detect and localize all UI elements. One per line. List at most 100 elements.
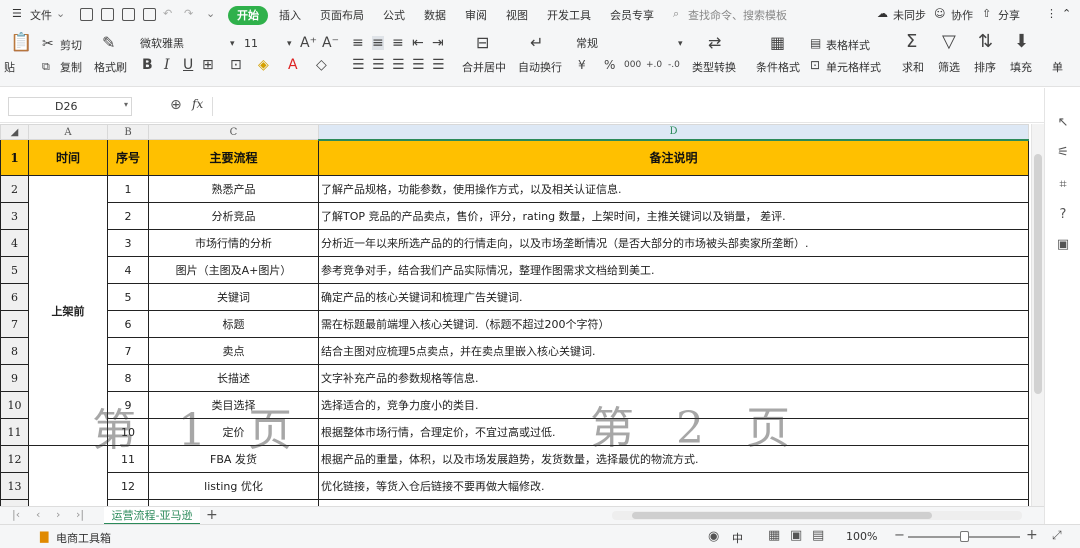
print-icon[interactable] [122,8,135,21]
row-header[interactable]: 6 [0,283,29,311]
input-lang-indicator[interactable]: 中 [732,530,743,546]
name-box[interactable]: D26 [8,97,132,116]
fill-icon[interactable]: ⬇ [1014,33,1029,51]
command-search-input[interactable]: 查找命令、搜索模板 [688,7,787,23]
header-time[interactable]: 时间 [28,139,108,176]
process-cell[interactable]: 图片（主图及A+图片） [148,256,319,284]
process-cell[interactable]: 关键词 [148,283,319,311]
normal-view-icon[interactable]: ▦ [768,528,780,543]
chevron-down-icon[interactable]: ▾ [230,37,235,51]
note-cell[interactable]: 参考竞争对手，结合我们产品实际情况，整理作图需求文档给到美工. [318,256,1029,284]
chevron-down-icon[interactable]: ▾ [124,100,128,109]
select-all-corner[interactable]: ◢ [0,124,29,140]
hamburger-icon[interactable]: ☰ [12,7,22,20]
indent-increase-icon[interactable]: ⇥ [432,36,444,50]
row-header[interactable]: 11 [0,418,29,446]
table-style-button[interactable]: 表格样式 [826,37,870,53]
toolbox-button[interactable]: 电商工具箱 [56,530,111,546]
horizontal-scrollbar[interactable] [612,511,1022,520]
cut-button[interactable]: 剪切 [60,37,82,53]
row-header[interactable]: 12 [0,445,29,473]
wrap-icon[interactable]: ↵ [530,35,543,51]
distributed-icon[interactable]: ☰ [432,58,445,72]
tab-start[interactable]: 开始 [228,6,268,25]
sheet-tab-active[interactable]: 运营流程-亚马逊 [104,507,200,525]
italic-icon[interactable]: I [164,58,170,72]
row-header[interactable]: 5 [0,256,29,284]
fx-icon[interactable]: fx [192,97,203,111]
formula-input[interactable] [212,97,1040,116]
copy-button[interactable]: 复制 [60,59,82,75]
vertical-scrollbar[interactable] [1031,124,1044,506]
type-convert-button[interactable]: 类型转换 [692,59,736,75]
sort-icon[interactable]: ⇅ [978,33,993,51]
next-sheet-icon[interactable]: › [56,508,60,521]
row-header[interactable]: 2 [0,175,29,203]
undo-icon[interactable]: ↶ [163,7,172,20]
decrease-decimal-icon[interactable]: -.0 [668,58,680,72]
seq-cell[interactable]: 4 [107,256,149,284]
help-icon[interactable]: ? [1056,208,1070,222]
zoom-out-icon[interactable]: − [894,528,905,543]
page-layout-view-icon[interactable]: ▣ [790,528,802,543]
fullscreen-icon[interactable]: ⤢ [1052,528,1062,543]
search-icon[interactable]: ⌕ [673,7,679,21]
file-menu[interactable]: 文件 [30,7,52,23]
merge-icon[interactable]: ⊟ [476,35,489,51]
percent-icon[interactable]: % [604,58,615,72]
filter-icon[interactable]: ▽ [942,33,956,51]
share-button[interactable]: 分享 [998,7,1020,23]
note-cell[interactable]: 需在标题最前端埋入核心关键词.（标题不超过200个字符） [318,310,1029,338]
chevron-down-icon[interactable]: ▾ [678,37,683,51]
horizontal-scroll-thumb[interactable] [632,512,932,519]
note-cell[interactable]: 确定产品的核心关键词和梳理广告关键词. [318,283,1029,311]
seq-cell[interactable]: 1 [107,175,149,203]
zoom-slider-knob[interactable] [960,531,969,542]
currency-icon[interactable]: ¥ [578,58,586,72]
print-preview-icon[interactable] [143,8,156,21]
seq-cell[interactable]: 3 [107,229,149,257]
chevron-down-icon[interactable]: ▾ [287,37,292,51]
conditional-format-button[interactable]: 条件格式 [756,59,800,75]
save-icon[interactable] [80,8,93,21]
chevron-down-icon[interactable]: ⌄ [56,7,65,20]
sum-button[interactable]: 求和 [902,59,924,75]
row-header[interactable]: 13 [0,472,29,500]
zoom-in-icon[interactable]: + [1026,527,1038,543]
seq-cell[interactable]: 12 [107,472,149,500]
seq-cell[interactable]: 7 [107,337,149,365]
process-cell[interactable]: 市场行情的分析 [148,229,319,257]
fill-color-icon[interactable]: ◈ [258,58,269,72]
process-cell[interactable]: 长描述 [148,364,319,392]
vertical-scroll-thumb[interactable] [1034,154,1042,394]
sum-icon[interactable]: Σ [906,33,917,51]
increase-decimal-icon[interactable]: +.0 [646,58,662,72]
sort-button[interactable]: 排序 [974,59,996,75]
add-sheet-icon[interactable]: + [206,507,218,523]
more-icon[interactable]: ⋮ [1046,7,1057,20]
wrap-text-button[interactable]: 自动换行 [518,59,562,75]
note-cell[interactable]: 结合主图对应梳理5点卖点，并在卖点里嵌入核心关键词. [318,337,1029,365]
align-bottom-icon[interactable]: ≡ [392,36,404,50]
first-sheet-icon[interactable]: |‹ [12,508,20,521]
process-cell[interactable]: listing 优化 [148,472,319,500]
col-header-c[interactable]: C [148,124,319,140]
cursor-select-icon[interactable]: ↖ [1056,116,1070,130]
align-center-icon[interactable]: ☰ [372,58,385,72]
header-process[interactable]: 主要流程 [148,139,319,176]
align-top-icon[interactable]: ≡ [352,36,364,50]
note-cell[interactable]: 了解产品规格，功能参数，使用操作方式，以及相关认证信息. [318,175,1029,203]
row-header[interactable]: 8 [0,337,29,365]
type-convert-icon[interactable]: ⇄ [708,35,721,51]
seq-cell[interactable]: 2 [107,202,149,230]
tab-insert[interactable]: 插入 [279,7,301,23]
process-cell[interactable]: 熟悉产品 [148,175,319,203]
col-header-d[interactable]: D [318,124,1029,141]
font-size-select[interactable]: 11 [240,36,290,54]
merge-center-button[interactable]: 合并居中 [462,59,506,75]
row-header[interactable]: 4 [0,229,29,257]
align-left-icon[interactable]: ☰ [352,58,365,72]
crop-icon[interactable]: ⌗ [1056,178,1070,192]
zoom-level[interactable]: 100% [846,530,877,543]
image-icon[interactable]: ▣ [1056,238,1070,252]
